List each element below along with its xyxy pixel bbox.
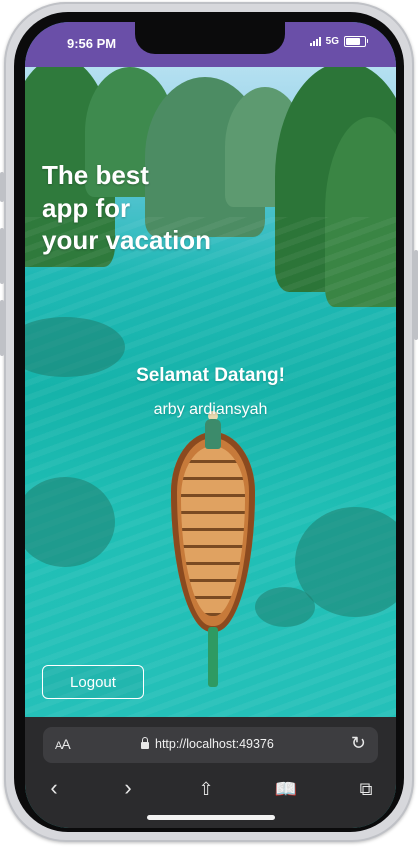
screen: 9:56 PM 5G The best app for your vacatio…	[25, 22, 396, 828]
back-icon[interactable]: ‹	[39, 775, 69, 801]
forward-icon[interactable]: ›	[113, 775, 143, 801]
hero-title-line: your vacation	[42, 225, 212, 255]
network-label: 5G	[325, 36, 339, 47]
hero-title: The best app for your vacation	[42, 159, 242, 257]
browser-toolbar: ‹ › ⇧ 📖 ⧉	[25, 773, 396, 807]
share-icon[interactable]: ⇧	[191, 779, 221, 800]
battery-fill	[346, 38, 361, 45]
bookmarks-icon[interactable]: 📖	[271, 779, 301, 800]
tabs-icon[interactable]: ⧉	[351, 779, 381, 800]
signal-icon	[309, 37, 321, 46]
background-image: The best app for your vacation Selamat D…	[25, 67, 396, 717]
address-bar[interactable]: AA http://localhost:49376 ↻	[43, 727, 378, 763]
url-display[interactable]: http://localhost:49376	[141, 737, 274, 751]
power-button	[414, 250, 418, 340]
lock-icon	[141, 737, 149, 749]
status-bar: 9:56 PM 5G	[25, 22, 396, 67]
camera-notch	[135, 22, 285, 54]
username-label: arby ardiansyah	[153, 401, 268, 418]
reload-icon[interactable]: ↻	[351, 733, 366, 754]
status-indicators: 5G	[309, 36, 368, 47]
hero-title-line: app for	[42, 192, 131, 223]
welcome-greeting: Selamat Datang!	[136, 365, 285, 386]
browser-chrome: AA http://localhost:49376 ↻ ‹ › ⇧ 📖 ⧉	[25, 717, 396, 828]
home-indicator	[147, 815, 275, 820]
logout-button[interactable]: Logout	[42, 665, 144, 699]
text-size-button[interactable]: AA	[55, 736, 71, 752]
battery-icon	[344, 36, 368, 47]
status-time: 9:56 PM	[67, 36, 117, 51]
url-text: http://localhost:49376	[155, 737, 274, 751]
hero-title-line: The best	[42, 160, 149, 190]
